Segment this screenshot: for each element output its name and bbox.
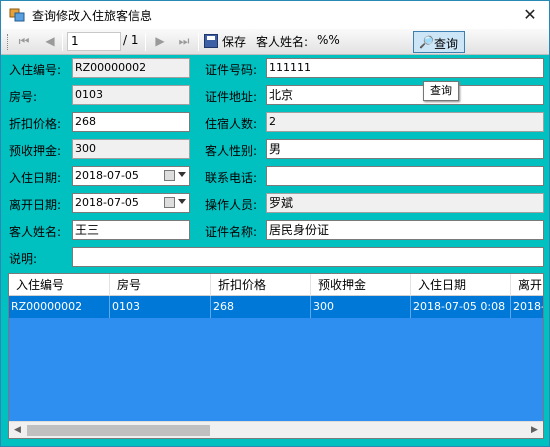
query-tooltip: 查询 [423, 81, 459, 101]
column-header-room[interactable]: 房号 [110, 274, 211, 296]
id-type-label: 证件名称: [205, 225, 258, 239]
cell-deposit: 300 [311, 296, 411, 318]
calendar-icon[interactable] [164, 197, 175, 208]
column-header-checkin-date[interactable]: 入住日期 [411, 274, 511, 296]
scroll-right-icon[interactable]: ▶ [526, 422, 543, 438]
id-address-label: 证件地址: [205, 90, 258, 104]
checkin-date-value: 2018-07-05 [75, 169, 139, 182]
phone-label: 联系电话: [205, 171, 258, 185]
magnifier-icon: 🔎 [419, 35, 434, 49]
toolbar-separator [62, 33, 63, 51]
move-next-icon[interactable]: ▶ [151, 32, 169, 50]
guest-name-filter-label: 客人姓名: [256, 35, 309, 49]
cell-room: 0103 [110, 296, 211, 318]
checkout-date-label: 离开日期: [9, 198, 62, 212]
note-label: 说明: [9, 252, 38, 266]
guest-count-label: 住宿人数: [205, 117, 258, 131]
discount-price-field[interactable]: 268 [72, 112, 190, 132]
title-bar: 查询修改入住旅客信息 ✕ [1, 1, 549, 29]
toolbar: ⏮ ◀ 1 / 1 ▶ ⏭ 保存 客人姓名: %% 🔎 查询 [1, 29, 549, 55]
column-header-checkin-no[interactable]: 入住编号 [9, 274, 110, 296]
checkin-date-picker[interactable]: 2018-07-05 [72, 166, 190, 186]
room-field[interactable]: 0103 [72, 85, 190, 105]
chevron-down-icon[interactable] [178, 172, 186, 177]
phone-field[interactable] [266, 166, 544, 186]
chevron-down-icon[interactable] [178, 199, 186, 204]
checkout-date-value: 2018-07-05 [75, 196, 139, 209]
position-input[interactable]: 1 [67, 32, 121, 51]
checkin-date-label: 入住日期: [9, 171, 62, 185]
id-type-field[interactable]: 居民身份证 [266, 220, 544, 240]
cell-checkout-date: 2018- [511, 296, 543, 318]
checkout-date-picker[interactable]: 2018-07-05 [72, 193, 190, 213]
toolbar-separator [198, 33, 199, 51]
gender-label: 客人性别: [205, 144, 258, 158]
window-title: 查询修改入住旅客信息 [32, 9, 153, 23]
guest-name-label: 客人姓名: [9, 225, 62, 239]
id-address-field[interactable]: 北京 [266, 85, 544, 105]
scroll-left-icon[interactable]: ◀ [9, 422, 26, 438]
guest-count-field[interactable]: 2 [266, 112, 544, 132]
discount-price-label: 折扣价格: [9, 117, 62, 131]
results-grid: 入住编号 房号 折扣价格 预收押金 入住日期 离开 RZ00000002 010… [8, 273, 544, 439]
grid-header-row: 入住编号 房号 折扣价格 预收押金 入住日期 离开 [9, 274, 543, 296]
column-header-deposit[interactable]: 预收押金 [311, 274, 411, 296]
column-header-checkout-date[interactable]: 离开 [511, 274, 543, 296]
deposit-field[interactable]: 300 [72, 139, 190, 159]
id-no-field[interactable]: 111111 [266, 58, 544, 78]
save-icon[interactable] [204, 34, 218, 48]
checkin-no-label: 入住编号: [9, 63, 62, 77]
move-first-icon[interactable]: ⏮ [15, 32, 33, 50]
query-button[interactable]: 🔎 查询 [413, 31, 465, 53]
guest-name-filter-input[interactable]: %% [317, 33, 340, 47]
checkin-no-field[interactable]: RZ00000002 [72, 58, 190, 78]
calendar-icon[interactable] [164, 170, 175, 181]
position-total: / 1 [123, 33, 139, 47]
toolbar-grip[interactable] [7, 34, 10, 50]
query-button-label: 查询 [434, 37, 459, 51]
cell-discount: 268 [211, 296, 311, 318]
id-no-label: 证件号码: [205, 63, 258, 77]
operator-field[interactable]: 罗斌 [266, 193, 544, 213]
cell-checkin-date: 2018-07-05 0:08 [411, 296, 511, 318]
gender-field[interactable]: 男 [266, 139, 544, 159]
guest-name-field[interactable]: 王三 [72, 220, 190, 240]
close-icon[interactable]: ✕ [515, 3, 545, 27]
deposit-label: 预收押金: [9, 144, 62, 158]
note-field[interactable] [72, 247, 544, 267]
toolbar-separator [145, 33, 146, 51]
room-label: 房号: [9, 90, 38, 104]
operator-label: 操作人员: [205, 198, 258, 212]
horizontal-scrollbar[interactable]: ◀ ▶ [9, 421, 543, 438]
column-header-discount[interactable]: 折扣价格 [211, 274, 311, 296]
app-icon [9, 8, 25, 22]
table-row[interactable]: RZ00000002 0103 268 300 2018-07-05 0:08 … [9, 296, 543, 318]
main-window: 查询修改入住旅客信息 ✕ ⏮ ◀ 1 / 1 ▶ ⏭ 保存 客人姓名: %% 🔎… [0, 0, 550, 447]
move-previous-icon[interactable]: ◀ [41, 32, 59, 50]
scrollbar-thumb[interactable] [27, 425, 210, 436]
cell-checkin-no: RZ00000002 [9, 296, 110, 318]
move-last-icon[interactable]: ⏭ [175, 32, 193, 50]
save-button[interactable]: 保存 [222, 33, 246, 50]
